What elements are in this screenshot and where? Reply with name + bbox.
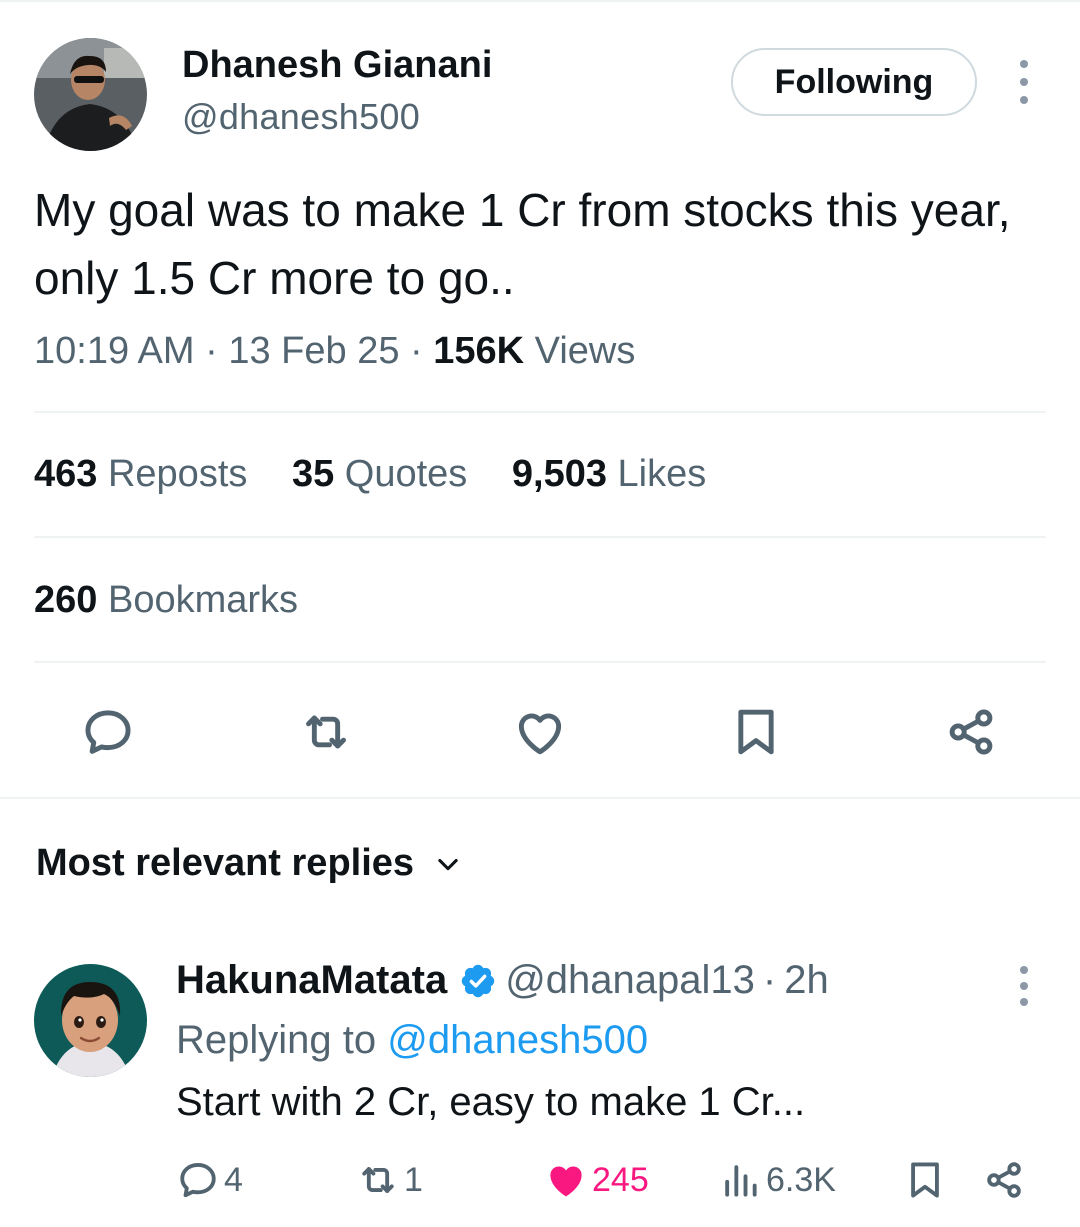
author-handle[interactable]: @dhanesh500 — [182, 96, 420, 138]
reply-more-options-icon[interactable] — [1006, 966, 1042, 1006]
likes-stat[interactable]: 9,503 Likes — [512, 453, 706, 495]
reply-likes-count: 245 — [592, 1160, 649, 1199]
section-divider — [0, 797, 1080, 799]
reply-like-button[interactable]: 245 — [544, 1156, 649, 1204]
chevron-down-icon — [438, 858, 458, 870]
top-divider — [0, 0, 1080, 2]
share-icon[interactable] — [943, 704, 999, 760]
reply-reply-button[interactable]: 4 — [176, 1156, 243, 1204]
reply-author-name[interactable]: HakunaMatata — [176, 958, 447, 1003]
meta-separator: · — [205, 330, 218, 372]
reply-separator: · — [762, 958, 777, 1002]
replies-heading-label: Most relevant replies — [36, 842, 415, 884]
reply-views-count: 6.3K — [766, 1160, 836, 1199]
bookmarks-stat: 260 Bookmarks — [34, 579, 299, 621]
reply-time[interactable]: 2h — [784, 958, 829, 1003]
views-label: Views — [534, 330, 636, 372]
replies-sort-dropdown[interactable]: Most relevant replies — [36, 842, 462, 885]
tweet-meta: 10:19 AM · 13 Feb 25 · 156K Views — [34, 330, 635, 373]
replying-prefix: Replying to — [176, 1018, 377, 1062]
quotes-stat[interactable]: 35 Quotes — [292, 453, 467, 495]
tweet-text: My goal was to make 1 Cr from stocks thi… — [34, 184, 1011, 304]
divider — [34, 536, 1046, 538]
reply-text: Start with 2 Cr, easy to make 1 Cr... — [176, 1080, 806, 1124]
verified-badge-icon — [459, 962, 497, 1000]
views-count: 156K — [433, 330, 525, 372]
like-icon[interactable] — [512, 704, 568, 760]
bookmark-icon[interactable] — [728, 704, 784, 760]
engagement-stats: 463 Reposts 35 Quotes 9,503 Likes — [34, 453, 740, 496]
repost-icon — [362, 1167, 394, 1193]
following-button[interactable]: Following — [731, 48, 977, 116]
reply-repost-button[interactable]: 1 — [356, 1156, 423, 1204]
reply-replies-count: 4 — [224, 1160, 243, 1199]
reply-author-avatar[interactable] — [34, 964, 147, 1077]
reply-reposts-count: 1 — [404, 1160, 423, 1199]
reply-icon[interactable] — [80, 704, 136, 760]
reply-share-button[interactable] — [982, 1156, 1030, 1204]
reply-views-button[interactable]: 6.3K — [718, 1156, 836, 1204]
divider — [34, 661, 1046, 663]
reply-bookmark-button[interactable] — [903, 1156, 951, 1204]
reply-header: HakunaMatata @dhanapal13 · 2h — [176, 958, 829, 1003]
like-filled-icon — [550, 1166, 582, 1197]
reply-author-handle[interactable]: @dhanapal13 — [505, 958, 755, 1003]
reply-icon — [180, 1163, 216, 1198]
tweet-date: 13 Feb 25 — [228, 330, 400, 372]
tweet-time: 10:19 AM — [34, 330, 195, 372]
author-avatar[interactable] — [34, 38, 147, 151]
reposts-stat[interactable]: 463 Reposts — [34, 453, 247, 495]
meta-separator: · — [410, 330, 423, 372]
replying-to-mention[interactable]: @dhanesh500 — [387, 1018, 648, 1062]
views-chart-icon — [725, 1165, 757, 1197]
bookmark-icon — [911, 1162, 939, 1198]
divider — [34, 411, 1046, 413]
more-options-icon[interactable] — [1006, 60, 1042, 104]
repost-icon[interactable] — [298, 704, 354, 760]
replying-to-line: Replying to @dhanesh500 — [176, 1018, 648, 1063]
share-icon — [987, 1162, 1021, 1198]
author-name[interactable]: Dhanesh Gianani — [182, 44, 492, 87]
